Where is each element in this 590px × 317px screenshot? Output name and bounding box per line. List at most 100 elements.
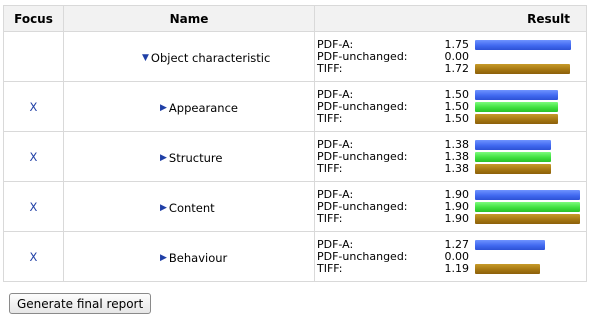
result-bar [475, 139, 551, 150]
focus-cell: X [3, 131, 64, 182]
focus-cell [3, 31, 64, 82]
triangle-right-icon[interactable]: ▶ [160, 203, 167, 213]
triangle-right-icon[interactable]: ▶ [160, 103, 167, 113]
result-line: PDF-unchanged: 1.50 [315, 99, 586, 113]
result-line: TIFF: 1.72 [315, 61, 586, 75]
result-score-value: 1.75 [444, 37, 470, 51]
result-score-value: 0.00 [444, 49, 470, 63]
result-bar-track [475, 163, 585, 175]
result-format-label: PDF-unchanged: [317, 199, 408, 213]
tree-node[interactable]: ▶ Structure [160, 151, 222, 165]
result-format-label: PDF-unchanged: [317, 99, 408, 113]
result-line: PDF-unchanged: 0.00 [315, 49, 586, 63]
result-line: TIFF: 1.19 [315, 261, 586, 275]
table-row: X ▶ Behaviour PDF-A: 1.27 PDF-unchanged: 0.00 T… [3, 231, 587, 282]
result-line: PDF-A: 1.50 [315, 87, 586, 101]
result-bar-track [475, 139, 585, 151]
result-format-label: TIFF: [317, 211, 343, 225]
name-cell: ▶ Structure [63, 131, 315, 182]
tree-node[interactable]: ▼ Object characteristic [142, 51, 270, 65]
result-format-label: TIFF: [317, 111, 343, 125]
result-line: PDF-A: 1.27 [315, 237, 586, 251]
result-bar-track [475, 189, 585, 201]
result-score-value: 1.38 [444, 149, 470, 163]
result-bar [475, 189, 580, 200]
result-bar [475, 101, 558, 112]
name-cell: ▼ Object characteristic [63, 31, 315, 82]
focus-link[interactable]: X [30, 250, 38, 264]
result-score-value: 1.90 [444, 199, 470, 213]
result-line: TIFF: 1.50 [315, 111, 586, 125]
result-format-label: TIFF: [317, 261, 343, 275]
result-line: PDF-A: 1.90 [315, 187, 586, 201]
result-cell: PDF-A: 1.50 PDF-unchanged: 1.50 TIFF: 1.50 [314, 81, 587, 132]
focus-link[interactable]: X [30, 200, 38, 214]
name-cell: ▶ Content [63, 181, 315, 232]
result-cell: PDF-A: 1.90 PDF-unchanged: 1.90 TIFF: 1.90 [314, 181, 587, 232]
result-score-value: 1.50 [444, 111, 470, 125]
header-name: Name [63, 5, 315, 32]
tree-node[interactable]: ▶ Content [160, 201, 215, 215]
focus-cell: X [3, 81, 64, 132]
result-format-label: PDF-A: [317, 237, 354, 251]
result-cell: PDF-A: 1.38 PDF-unchanged: 1.38 TIFF: 1.38 [314, 131, 587, 182]
focus-link[interactable]: X [30, 100, 38, 114]
result-line: PDF-unchanged: 1.38 [315, 149, 586, 163]
result-format-label: TIFF: [317, 61, 343, 75]
result-format-label: TIFF: [317, 161, 343, 175]
tree-node-label: Object characteristic [150, 50, 271, 65]
result-bar [475, 263, 540, 274]
tree-node[interactable]: ▶ Appearance [160, 101, 238, 115]
table-row: X ▶ Content PDF-A: 1.90 PDF-unchanged: 1.90 TIF… [3, 181, 587, 232]
result-score-value: 1.90 [444, 211, 470, 225]
triangle-right-icon[interactable]: ▶ [160, 253, 167, 263]
result-score-value: 1.27 [444, 237, 470, 251]
result-bar-track [475, 263, 585, 275]
result-bar-track [475, 213, 585, 225]
table-row: ▼ Object characteristic PDF-A: 1.75 PDF-unch… [3, 31, 587, 82]
result-format-label: PDF-A: [317, 37, 354, 51]
result-bar-track [475, 251, 585, 263]
result-score-value: 1.19 [444, 261, 470, 275]
result-line: PDF-A: 1.38 [315, 137, 586, 151]
header-focus: Focus [3, 5, 64, 32]
tree-node-label: Structure [168, 150, 223, 165]
result-bar [475, 163, 551, 174]
generate-final-report-button[interactable]: Generate final report [9, 293, 152, 314]
result-bar [475, 151, 551, 162]
result-score-value: 1.90 [444, 187, 470, 201]
result-cell: PDF-A: 1.75 PDF-unchanged: 0.00 TIFF: 1.72 [314, 31, 587, 82]
name-cell: ▶ Appearance [63, 81, 315, 132]
table-row: X ▶ Appearance PDF-A: 1.50 PDF-unchanged: 1.50… [3, 81, 587, 132]
triangle-right-icon[interactable]: ▶ [160, 153, 167, 163]
focus-cell: X [3, 231, 64, 282]
result-line: PDF-unchanged: 1.90 [315, 199, 586, 213]
result-format-label: PDF-A: [317, 87, 354, 101]
result-bar-track [475, 89, 585, 101]
result-bar [475, 201, 580, 212]
result-score-value: 0.00 [444, 249, 470, 263]
result-bar-track [475, 39, 585, 51]
result-format-label: PDF-A: [317, 137, 354, 151]
result-score-value: 1.50 [444, 99, 470, 113]
tree-node[interactable]: ▶ Behaviour [160, 251, 227, 265]
result-line: TIFF: 1.90 [315, 211, 586, 225]
table-row: X ▶ Structure PDF-A: 1.38 PDF-unchanged: 1.38 T… [3, 131, 587, 182]
result-score-value: 1.38 [444, 161, 470, 175]
result-bar-track [475, 151, 585, 163]
result-format-label: PDF-unchanged: [317, 49, 408, 63]
name-cell: ▶ Behaviour [63, 231, 315, 282]
focus-link[interactable]: X [30, 150, 38, 164]
result-line: PDF-unchanged: 0.00 [315, 249, 586, 263]
result-line: PDF-A: 1.75 [315, 37, 586, 51]
header-result: Result [314, 5, 587, 32]
result-format-label: PDF-unchanged: [317, 249, 408, 263]
tree-node-label: Content [168, 200, 215, 215]
triangle-down-icon[interactable]: ▼ [142, 53, 149, 63]
result-cell: PDF-A: 1.27 PDF-unchanged: 0.00 TIFF: 1.19 [314, 231, 587, 282]
result-bar [475, 89, 558, 100]
result-bar-track [475, 113, 585, 125]
tree-node-label: Appearance [168, 100, 238, 115]
result-bar [475, 39, 571, 50]
result-bar-track [475, 201, 585, 213]
